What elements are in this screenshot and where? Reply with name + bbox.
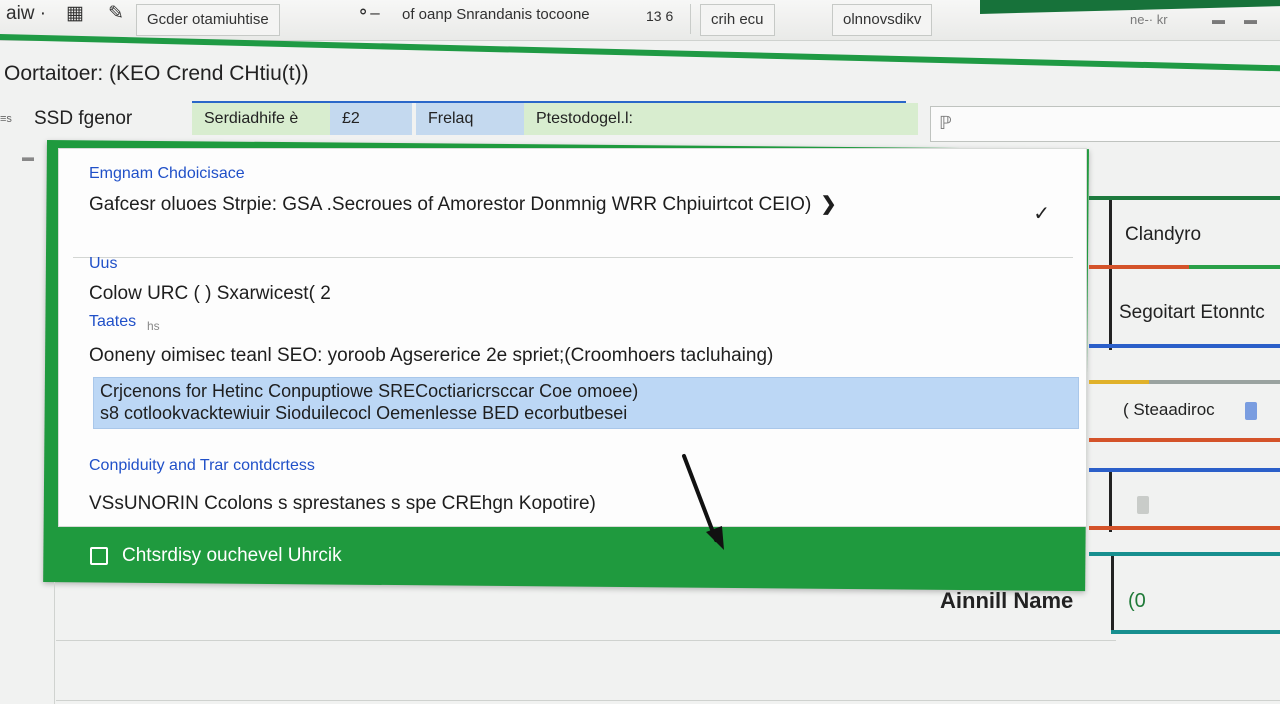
checkmark-icon[interactable]: ✓: [1033, 201, 1050, 226]
dialog-content-card: Emgnam Chdoicisace Gafcesr oluoes Strpie…: [58, 148, 1087, 527]
option-row-1[interactable]: Gafcesr oluoes Strpie: GSA .Secroues of …: [89, 193, 836, 216]
lower-left-border: [54, 582, 55, 704]
panel-connector-3: [1111, 556, 1114, 632]
panel-stripe-blue-2: [1089, 468, 1280, 472]
toolbar-more-icon[interactable]: ▬: [1244, 12, 1257, 27]
filter-segment-4[interactable]: Ptestodogel.l:: [524, 103, 918, 135]
toolbar-filter-field[interactable]: crih ecu: [700, 4, 775, 36]
edit-icon[interactable]: ✎: [108, 2, 124, 25]
panel-label-1: Clandyro: [1125, 224, 1202, 245]
panel-stripe-orange-3: [1089, 526, 1280, 530]
key-icon[interactable]: ⚬–: [356, 3, 380, 23]
option-row-3[interactable]: Ooneny oimisec teanl SEO: yoroob Agserer…: [89, 345, 773, 367]
footer-checkbox[interactable]: [90, 547, 108, 565]
toolbar-item-menu[interactable]: aiw ·: [6, 3, 46, 25]
panel-connector-2: [1109, 472, 1112, 532]
toolbar-option-field[interactable]: olnnovsdikv: [832, 4, 933, 36]
search-input[interactable]: ℙ: [930, 106, 1280, 142]
panel-connector-1: [1109, 200, 1112, 350]
panel-handle-icon[interactable]: [1137, 496, 1149, 514]
footer-checkbox-label[interactable]: Chtsrdisy ouchevel Uhrcik: [122, 545, 342, 567]
selected-option-line-2: s8 cotlookvacktewiuir Sioduilecocl Oemen…: [100, 403, 628, 423]
lower-divider-2: [56, 700, 1280, 701]
toolbar-search-text[interactable]: of oanp Snrandanis tocoone: [402, 6, 590, 23]
section-3-hint: hs: [147, 319, 160, 333]
name-field-label: Ainnill Name: [940, 588, 1074, 613]
toolbar-status: ne-· kr: [1130, 12, 1168, 27]
panel-stripe-teal-2: [1111, 630, 1280, 634]
panel-stripe-green: [1089, 196, 1280, 200]
toolbar-grid-icon[interactable]: ▦: [66, 2, 84, 25]
mouse-pointer-icon: [682, 454, 724, 550]
right-side-panel: Clandyro Segoitart Etonntc ( Steaadiroc: [1089, 190, 1280, 640]
option-row-4[interactable]: VSsUNORIN Ccolons s sprestanes s spe CRE…: [89, 493, 596, 515]
panel-stripe-green-2: [1189, 265, 1280, 269]
section-heading-3: Taates: [89, 313, 137, 330]
section-divider-1: [73, 257, 1073, 258]
option-row-2[interactable]: Colow URC ( ) Sxarwicest( 2: [89, 283, 331, 305]
panel-label-3: ( Steaadiroc: [1123, 400, 1215, 419]
toolbar-counter: 13 6: [646, 8, 674, 24]
collapse-handle-icon[interactable]: ▬: [22, 150, 34, 164]
filter-label: SSD fgenor: [34, 108, 133, 129]
name-field-value[interactable]: (0: [1128, 590, 1146, 613]
panel-badge-icon: [1245, 402, 1257, 420]
selected-option-line-1: Crjcenons for Hetinc Conpuptiowe SRECoct…: [100, 381, 639, 401]
filter-bar: Serdiadhife è £2 Frelaq Ptestodogel.l:: [192, 101, 918, 143]
section-heading-2: Uus: [89, 255, 118, 272]
filter-prefix: ≡s: [0, 113, 12, 125]
text-cursor-icon: ℙ: [939, 113, 952, 133]
panel-stripe-orange-2: [1089, 438, 1280, 442]
panel-stripe-gray: [1149, 380, 1280, 384]
option-row-1-label: Gafcesr oluoes Strpie: GSA .Secroues of …: [89, 194, 812, 215]
panel-stripe-blue: [1089, 344, 1280, 348]
toolbar-grip-icon[interactable]: ▬: [1212, 12, 1225, 27]
toolbar-divider: [690, 4, 691, 34]
filter-segment-3[interactable]: Frelaq: [416, 103, 528, 135]
toolbar-document-field[interactable]: Gcder otamiuhtise: [136, 4, 280, 36]
section-heading-4: Conpiduity and Trar contdcrtess: [89, 457, 315, 474]
panel-stripe-orange: [1089, 265, 1189, 269]
section-heading-1: Emgnam Chdoicisace: [89, 165, 245, 182]
lower-divider-1: [56, 640, 1116, 641]
selected-option-row[interactable]: Crjcenons for Hetinc Conpuptiowe SRECoct…: [93, 377, 1079, 429]
filter-segment-1[interactable]: Serdiadhife è: [192, 103, 332, 135]
chevron-right-icon: ❯: [820, 194, 837, 215]
panel-label-2: Segoitart Etonntc: [1119, 302, 1265, 323]
panel-stripe-teal: [1089, 552, 1280, 556]
page-title: Oortaitoer: (KEO Crend CHtiu(t)): [4, 62, 309, 85]
filter-segment-2[interactable]: £2: [330, 103, 412, 135]
panel-stripe-yellow: [1089, 380, 1149, 384]
